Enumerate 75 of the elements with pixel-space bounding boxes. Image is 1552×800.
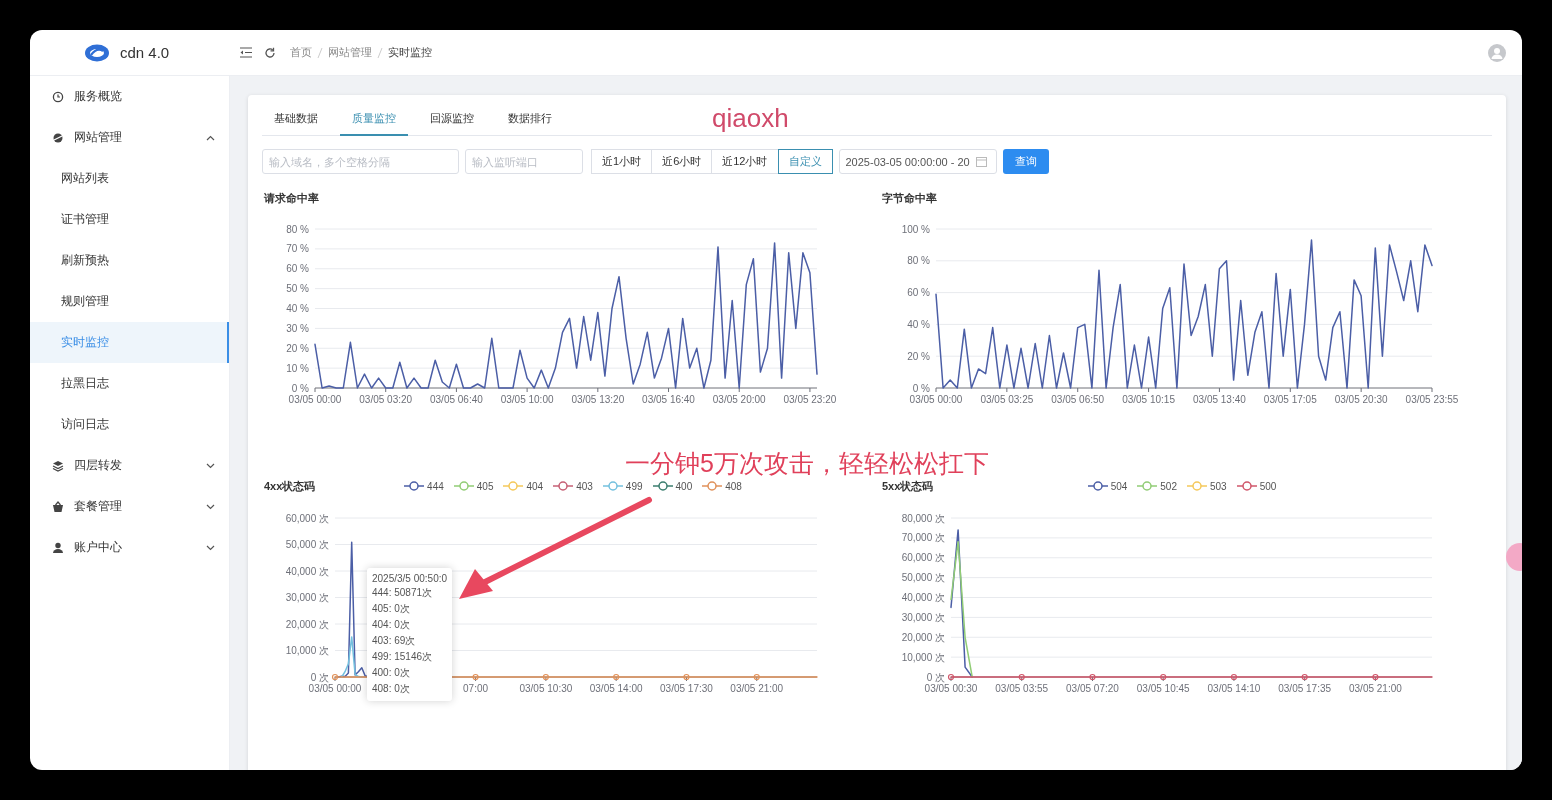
tooltip-text: 400: 0次 — [372, 666, 411, 680]
axis-label: 50,000 次 — [901, 572, 945, 584]
tooltip-text: 408: 0次 — [372, 682, 411, 696]
axis-label: 70,000 次 — [901, 532, 945, 544]
axis-label: 80 % — [907, 255, 930, 267]
axis-label: 03/05 23:20 — [783, 394, 837, 405]
axis-label: 03/05 20:30 — [1334, 394, 1388, 405]
axis-label: 30,000 次 — [901, 611, 945, 623]
axis-label: 03/05 00:00 — [308, 683, 362, 694]
axis-label: 70 % — [286, 243, 309, 255]
app-title: cdn 4.0 — [120, 44, 170, 61]
axis-label: 60,000 次 — [901, 552, 945, 564]
axis-label: 60 % — [907, 287, 930, 299]
axis-label: 80 % — [286, 223, 309, 235]
axis-label: 03/05 00:00 — [288, 394, 342, 405]
axis-label: 30,000 次 — [285, 592, 329, 603]
axis-label: 03/05 03:25 — [980, 394, 1034, 405]
axis-label: 03/05 21:00 — [1349, 683, 1402, 694]
axis-label: 40,000 次 — [285, 565, 329, 577]
axis-label: 03/05 00:30 — [924, 683, 978, 694]
axis-label: 03/05 20:00 — [712, 394, 766, 405]
axis-label: 03/05 14:00 — [589, 683, 643, 694]
tooltip-text: 404: 0次 — [372, 618, 411, 632]
axis-label: 100 % — [901, 223, 930, 235]
axis-label: 03/05 10:00 — [500, 394, 554, 405]
axis-label: 20 % — [907, 350, 930, 362]
tooltip-text: 405: 0次 — [372, 602, 411, 616]
tooltip-text: 444: 50871次 — [372, 586, 434, 600]
tooltip-text: 403: 69次 — [372, 634, 417, 648]
axis-label: 0 次 — [926, 671, 945, 683]
tooltip-text: 499: 15146次 — [372, 650, 434, 664]
axis-label: 40 % — [286, 303, 309, 314]
axis-label: 03/05 14:10 — [1207, 683, 1261, 694]
axis-label: 03/05 07:20 — [1066, 683, 1119, 694]
axis-label: 0 % — [291, 382, 309, 394]
axis-label: 60 % — [286, 263, 309, 275]
tooltip-text: 2025/3/5 00:50:0 — [372, 573, 448, 584]
axis-label: 03/05 17:05 — [1263, 394, 1317, 405]
axis-label: 40 % — [907, 318, 930, 330]
axis-label: 03/05 21:00 — [730, 683, 784, 694]
axis-label: 20,000 次 — [901, 631, 945, 643]
annotation-text: 一分钟5万次攻击，轻轻松松扛下 — [625, 451, 989, 476]
axis-label: 80,000 次 — [901, 512, 945, 524]
axis-label: 03/05 10:30 — [519, 683, 573, 694]
axis-label: 03/05 16:40 — [642, 394, 695, 405]
chart-title: 5xx状态码 — [882, 478, 935, 494]
chart-title: 字节命中率 — [882, 190, 938, 206]
axis-label: 20,000 次 — [285, 618, 329, 630]
axis-label: 03/05 23:55 — [1405, 394, 1459, 405]
axis-label: 03/05 06:40 — [430, 394, 483, 405]
axis-label: 60,000 次 — [285, 512, 329, 524]
axis-label: 03/05 10:45 — [1136, 683, 1190, 694]
signature-text: qiaoxh — [712, 103, 789, 134]
axis-label: 0 次 — [310, 671, 329, 683]
axis-label: 03/05 13:20 — [571, 394, 625, 405]
axis-label: 03/05 17:35 — [1278, 683, 1332, 694]
axis-label: 10,000 次 — [285, 645, 329, 656]
axis-label: 50,000 次 — [285, 539, 329, 550]
axis-label: 03/05 03:55 — [995, 683, 1049, 694]
axis-label: 30 % — [286, 322, 309, 334]
axis-label: 03/05 03:20 — [359, 394, 413, 405]
axis-label: 50 % — [286, 283, 309, 295]
axis-label: 20 % — [286, 342, 309, 354]
axis-label: 03/05 10:15 — [1122, 394, 1175, 405]
axis-label: 10 % — [286, 362, 309, 374]
axis-label: 0 % — [912, 382, 930, 394]
chart-title: 请求命中率 — [264, 190, 320, 206]
axis-label: 03/05 13:40 — [1193, 394, 1246, 405]
axis-label: 40,000 次 — [901, 592, 945, 603]
axis-label: 03/05 00:00 — [909, 394, 963, 405]
axis-label: 07:00 — [463, 683, 489, 694]
axis-label: 10,000 次 — [901, 651, 945, 663]
axis-label: 03/05 06:50 — [1051, 394, 1105, 405]
axis-label: 03/05 17:30 — [660, 683, 713, 694]
chart-title: 4xx状态码 — [264, 478, 317, 494]
